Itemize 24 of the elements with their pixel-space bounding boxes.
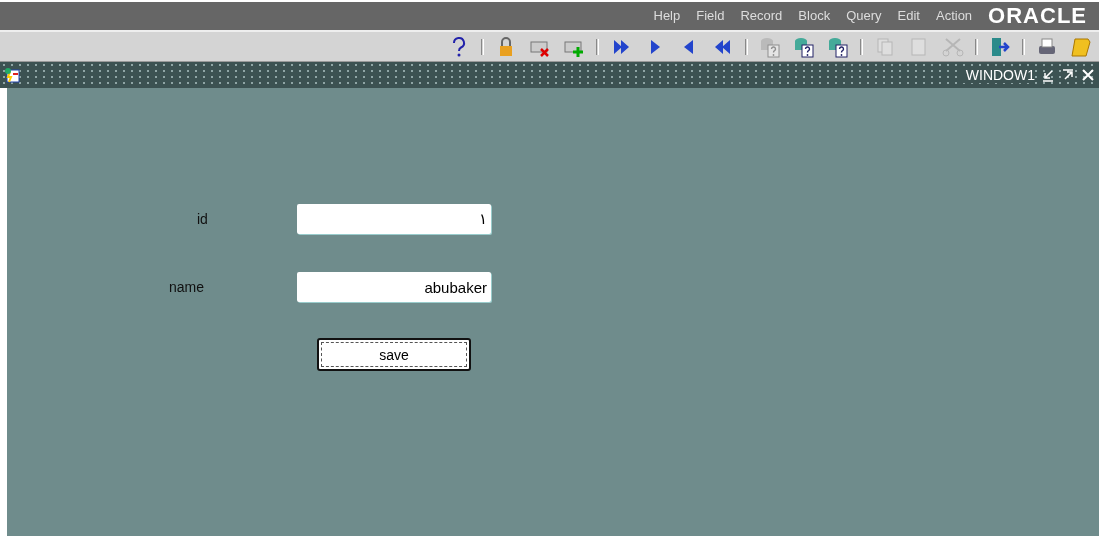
menu-item[interactable]: Action (935, 8, 973, 24)
maximize-icon[interactable] (1061, 68, 1075, 82)
field-label: id (196, 211, 209, 227)
menu-item[interactable]: Help (653, 8, 681, 24)
field-label: name (168, 279, 206, 295)
save-button[interactable]: save (317, 338, 471, 371)
window-title: WINDOW1 (961, 67, 1035, 83)
database-query-icon (827, 35, 849, 58)
form-window-icon (4, 67, 20, 83)
menu-item[interactable]: Edit (897, 8, 920, 24)
exit-door-icon (989, 35, 1011, 58)
text-field[interactable]: abubaker (297, 272, 491, 302)
text-field[interactable]: ١ (297, 204, 491, 234)
database-query-icon (759, 35, 781, 58)
close-icon[interactable] (1081, 68, 1095, 82)
menu-item[interactable]: Query (846, 8, 882, 24)
scissors-icon (942, 35, 964, 58)
menu-item[interactable]: Field (696, 8, 725, 24)
minimize-icon[interactable] (1041, 68, 1055, 82)
copy-icon (874, 35, 896, 58)
oracle-logo: ORACLE (988, 3, 1087, 29)
menu-item[interactable]: Record (740, 8, 783, 24)
database-query-icon (793, 35, 815, 58)
menu-item[interactable]: Block (798, 8, 831, 24)
